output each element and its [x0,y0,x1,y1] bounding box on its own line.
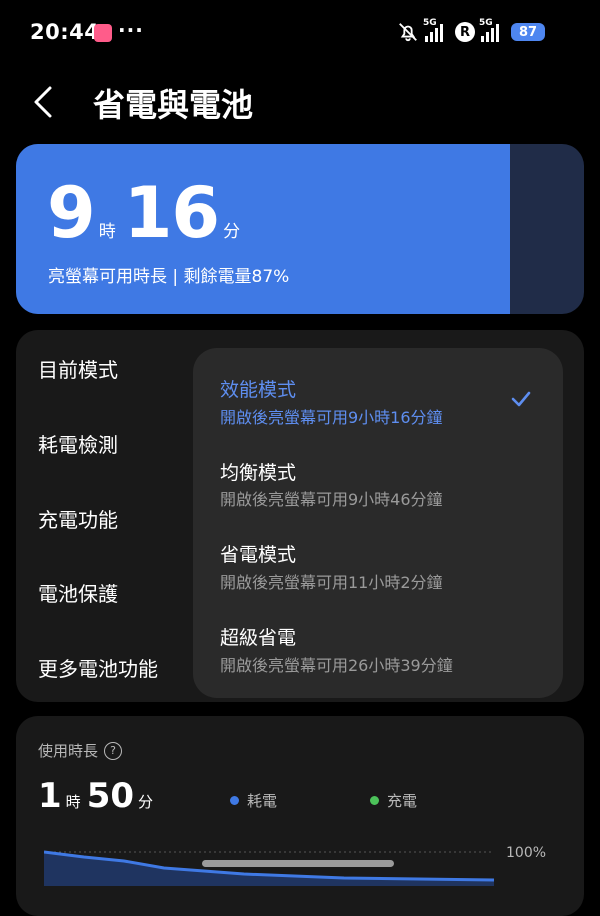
clock: 20:44 [30,20,100,44]
mode-option-title: 超級省電 [220,627,297,649]
help-icon[interactable]: ? [104,741,123,760]
usage-hours-unit: 時 [65,793,81,811]
axis-max-label: 100% [506,845,547,861]
usage-minutes-unit: 分 [138,793,154,811]
minutes-value: 16 [123,172,220,254]
mode-option-subtitle: 開啟後亮螢幕可用11小時2分鐘 [220,573,443,592]
battery-subtitle: 亮螢幕可用時長 | 剩餘電量87% [48,267,290,287]
legend-charge: 充電 [370,790,417,811]
usage-label-text: 使用時長 [38,742,99,760]
screen-on-remaining-time: 9 時 16 分 [47,178,248,248]
hours-value: 9 [47,172,96,254]
network-type-label: 5G [423,18,437,28]
mode-option-subtitle: 開啟後亮螢幕可用9小時16分鐘 [220,408,443,427]
hours-unit: 時 [98,222,116,242]
drain-dot-icon [230,796,239,805]
legend-drain: 耗電 [230,790,277,811]
mode-option-title: 效能模式 [220,379,297,401]
menu-item-charging[interactable]: 充電功能 [38,504,118,533]
mode-option-title: 省電模式 [220,544,297,566]
roaming-icon: R [455,22,475,42]
page-title: 省電與電池 [93,86,254,124]
menu-item-power-detection[interactable]: 耗電檢測 [38,429,118,458]
minutes-unit: 分 [223,222,241,242]
signal-icon-2: 5G [479,18,505,42]
mode-option-title: 均衡模式 [220,462,297,484]
legend-drain-label: 耗電 [247,792,278,810]
usage-hours: 1 [38,776,62,816]
usage-time: 1 時 50 分 [38,776,159,816]
usage-label: 使用時長 ? [38,740,123,761]
mute-icon [399,23,417,42]
checkmark-icon [511,391,531,407]
signal-icon: 5G [423,18,449,42]
app-notification-icon [94,24,112,42]
back-arrow-icon[interactable] [30,84,60,120]
charge-dot-icon [370,796,379,805]
more-notifications-icon: ··· [118,18,144,42]
mode-option-subtitle: 開啟後亮螢幕可用9小時46分鐘 [220,490,443,509]
menu-item-current-mode[interactable]: 目前模式 [38,354,118,383]
menu-item-battery-protection[interactable]: 電池保護 [38,578,118,607]
usage-minutes: 50 [86,776,135,816]
home-indicator[interactable] [202,860,394,867]
status-bar: 20:44 ··· 5G R 5G 87 [0,0,600,66]
legend-charge-label: 充電 [387,792,418,810]
network-type-label-2: 5G [479,18,493,28]
battery-icon: 87 [511,23,545,41]
menu-item-more-battery[interactable]: 更多電池功能 [38,653,158,682]
mode-option-subtitle: 開啟後亮螢幕可用26小時39分鐘 [220,656,453,675]
chart-area [44,852,494,886]
